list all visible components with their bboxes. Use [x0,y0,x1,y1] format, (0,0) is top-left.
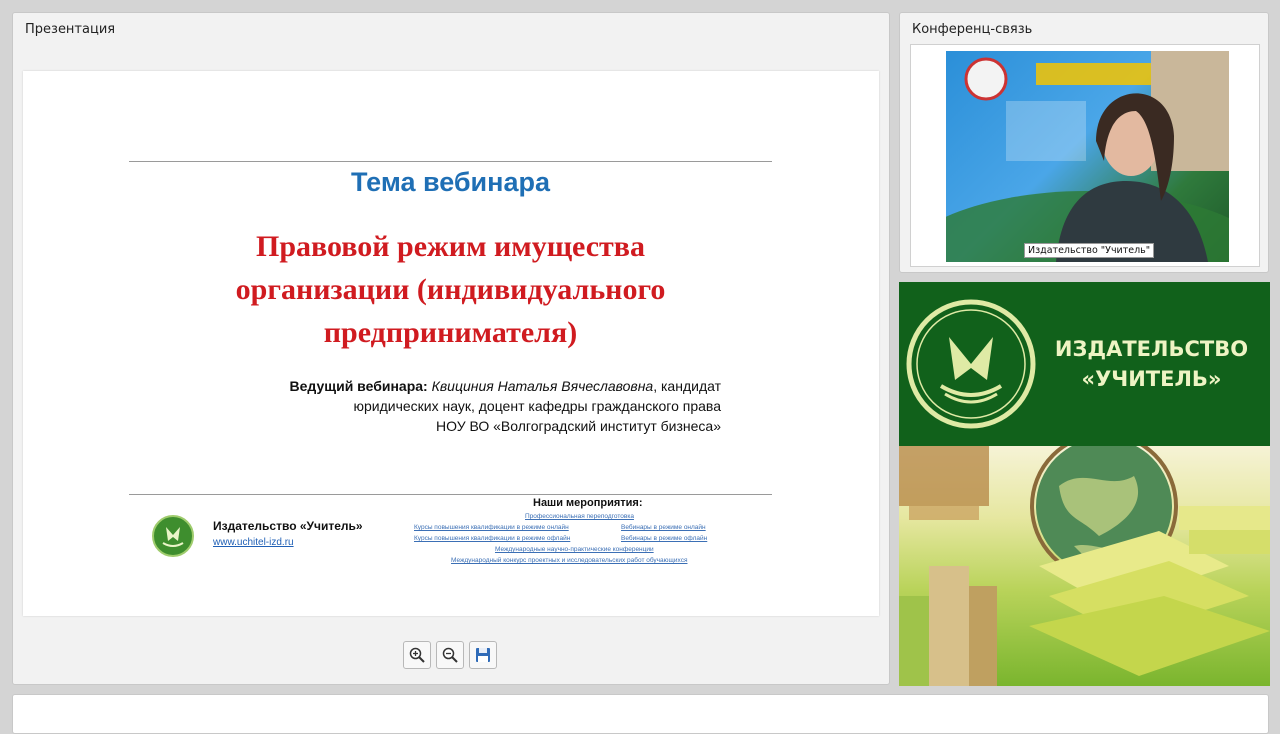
event-link[interactable]: Курсы повышения квалификации в режиме оф… [414,535,570,542]
publisher-emblem-icon [906,299,1036,429]
video-scene [946,51,1229,262]
zoom-out-button[interactable] [436,641,464,669]
slide-title-line: предпринимателя) [323,316,578,349]
zoom-in-icon [409,647,425,663]
presenter-desc: НОУ ВО «Волгоградский институт бизнеса» [436,418,721,434]
video-participant-label: Издательство "Учитель" [1024,243,1155,258]
events-title: Наши мероприятия: [533,497,643,509]
event-link[interactable]: Профессиональная переподготовка [525,513,634,520]
presenter-name: Квициния Наталья Вячеславовна [431,378,654,394]
slide: Тема вебинара Правовой режим имущества о… [23,71,879,616]
books-globe-illustration [899,446,1270,686]
save-button[interactable] [469,641,497,669]
slide-top-rule [129,161,772,162]
slide-topic: Тема вебинара [351,167,550,197]
event-link[interactable]: Международные научно-практические конфер… [495,546,654,553]
slide-bottom-rule [129,494,772,495]
video-feed[interactable]: Издательство "Учитель" [946,51,1229,262]
publisher-banner: ИЗДАТЕЛЬСТВО «УЧИТЕЛЬ» [899,282,1270,446]
banner-title: ИЗДАТЕЛЬСТВО «УЧИТЕЛЬ» [1039,334,1264,394]
presenter-desc: , кандидат [653,378,721,394]
banner-line: «УЧИТЕЛЬ» [1081,367,1222,391]
video-container: Издательство "Учитель" [910,44,1260,267]
event-link[interactable]: Вебинары в режиме офлайн [621,535,707,542]
presentation-panel-title: Презентация [25,22,116,37]
zoom-in-button[interactable] [403,641,431,669]
event-link[interactable]: Курсы повышения квалификации в режиме он… [414,524,569,531]
event-link[interactable]: Международный конкурс проектных и исслед… [451,557,687,564]
zoom-out-icon [442,647,458,663]
decorative-books-globe-image [899,446,1270,686]
presenter-desc: юридических наук, доцент кафедры граждан… [353,398,721,414]
floppy-disk-icon [476,648,490,662]
slide-title-line: Правовой режим имущества [255,230,645,263]
slide-presenter: Ведущий вебинара: Квициния Наталья Вячес… [201,376,721,436]
banner-line: ИЗДАТЕЛЬСТВО [1054,337,1249,361]
publisher-url-link[interactable]: www.uchitel-izd.ru [213,537,294,548]
slide-title-line: организации (индивидуального [235,273,666,306]
conference-panel-title: Конференц-связь [912,22,1033,37]
bottom-panel [12,694,1269,734]
event-link[interactable]: Вебинары в режиме онлайн [621,524,706,531]
presenter-label: Ведущий вебинара: [289,378,428,394]
presentation-panel: Презентация Тема вебинара Правовой режим… [12,12,890,685]
conference-panel: Конференц-связь Издательство "Учитель" [899,12,1269,273]
publisher-name: Издательство «Учитель» [213,519,363,533]
publisher-logo-icon [152,515,194,557]
slide-title: Правовой режим имущества организации (ин… [129,225,772,354]
